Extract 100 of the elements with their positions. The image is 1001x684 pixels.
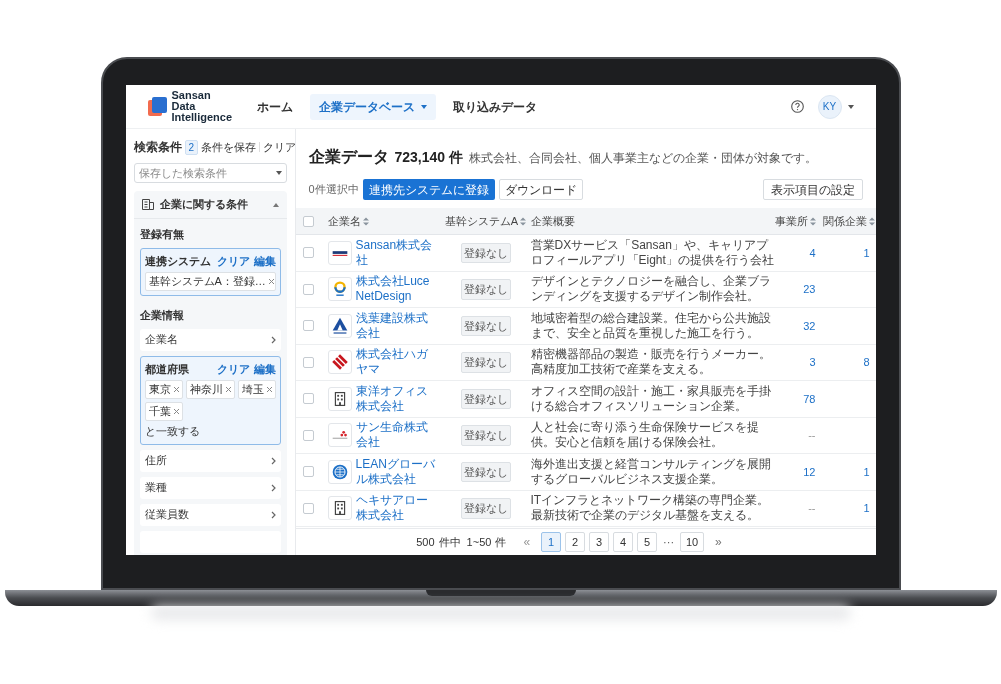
page-button[interactable]: 10 <box>680 532 705 552</box>
office-count: -- <box>808 501 816 516</box>
chip-label: 基幹システムA：登録… <box>148 274 266 290</box>
clear-link[interactable]: クリア <box>263 138 295 156</box>
save-link[interactable]: 条件を保存 <box>201 138 257 156</box>
status-tag: 登録なし <box>460 461 511 482</box>
row-checkbox[interactable] <box>303 502 314 514</box>
company-link[interactable]: ヘキサアロー株式会社 <box>355 493 438 524</box>
filter-chip[interactable]: 東京 <box>144 380 183 399</box>
page-button[interactable]: 5 <box>637 532 658 552</box>
logo-text: Sansan <box>171 90 212 101</box>
page-button[interactable]: 3 <box>589 532 610 552</box>
row-checkbox[interactable] <box>303 466 314 478</box>
edit-link[interactable]: 編集 <box>253 360 276 377</box>
edit-link[interactable]: 編集 <box>253 252 276 269</box>
chip-label: 東京 <box>148 382 171 398</box>
chip-label: 千葉 <box>148 404 171 420</box>
clear-link[interactable]: クリア <box>216 252 250 269</box>
record-count: 723,140 件 <box>394 148 463 167</box>
company-summary: するグローバルビジネス支援企業。 <box>530 471 724 487</box>
filter-row[interactable]: 企業名 <box>139 328 281 351</box>
close-icon[interactable] <box>266 387 272 392</box>
sort-icon[interactable] <box>362 216 369 226</box>
row-checkbox[interactable] <box>303 320 314 332</box>
user-avatar[interactable]: KY <box>817 94 842 119</box>
download-button[interactable]: ダウンロード <box>498 179 583 200</box>
close-icon[interactable] <box>268 279 274 284</box>
status-tag: 登録なし <box>460 425 511 446</box>
saved-conditions-select[interactable]: 保存した検索条件 <box>133 163 287 183</box>
logo-text: Intelligence <box>171 112 233 123</box>
chevron-icon <box>272 202 279 207</box>
column-header: 事業所 <box>774 213 808 229</box>
office-count: -- <box>808 428 816 443</box>
sort-icon[interactable] <box>868 216 875 226</box>
filter-row[interactable]: 従業員数 <box>139 503 281 526</box>
chip-label: 神奈川 <box>189 382 223 398</box>
sort-icon[interactable] <box>520 216 527 226</box>
section-header[interactable]: 企業に関する条件 <box>133 191 287 219</box>
company-link[interactable]: Sansan株式会社 <box>355 237 438 268</box>
office-count: 12 <box>803 464 816 480</box>
related-count: 8 <box>863 355 870 370</box>
company-logo <box>327 496 352 521</box>
row-checkbox[interactable] <box>303 393 314 405</box>
group-heading: 登録有無 <box>139 227 185 242</box>
page-button[interactable]: 2 <box>565 532 586 552</box>
help-icon[interactable] <box>790 100 804 113</box>
match-note: と一致する <box>144 424 201 439</box>
company-logo <box>327 277 352 302</box>
filter-row[interactable]: 住所 <box>139 449 281 472</box>
office-count: 23 <box>803 282 816 297</box>
register-button[interactable]: 連携先システムに登録 <box>362 179 495 200</box>
filter-row[interactable]: 業種 <box>139 476 281 499</box>
related-count: 1 <box>863 464 870 480</box>
office-count: 32 <box>803 318 816 334</box>
column-header: 企業名 <box>327 213 361 229</box>
close-icon[interactable] <box>225 387 231 392</box>
company-summary: ロフィールアプリ「Eight」の提供を行う会社 <box>530 252 775 268</box>
company-link[interactable]: 浅葉建設株式会社 <box>355 310 438 341</box>
page-button[interactable]: 4 <box>613 532 634 552</box>
chevron-icon <box>270 510 276 519</box>
chevron-icon <box>270 483 276 492</box>
page-ellipsis: ··· <box>662 534 676 550</box>
status-tag: 登録なし <box>460 279 511 300</box>
nav-tab[interactable]: 企業データベース <box>310 93 437 120</box>
row-checkbox[interactable] <box>303 356 314 368</box>
nav-tab[interactable]: 取り込みデータ <box>444 93 547 120</box>
last-page-button[interactable]: » <box>712 533 725 551</box>
related-count: 1 <box>863 245 870 261</box>
filter-chip[interactable]: 神奈川 <box>185 380 235 399</box>
nav-tab[interactable]: ホーム <box>248 93 303 120</box>
company-link[interactable]: 東洋オフィス株式会社 <box>355 383 438 414</box>
company-link[interactable]: LEANグローバル株式会社 <box>355 456 438 487</box>
company-link[interactable]: サン生命株式会社 <box>355 420 438 451</box>
filter-chip[interactable]: 埼玉 <box>237 380 276 399</box>
page-title: 企業データ <box>308 147 389 167</box>
company-summary: ける総合オフィスソリューション企業。 <box>530 398 748 414</box>
select-all-checkbox[interactable] <box>303 215 314 227</box>
row-checkbox[interactable] <box>303 283 314 295</box>
company-link[interactable]: 株式会社LuceNetDesign <box>355 274 438 305</box>
range-label: 1~50 <box>466 534 492 550</box>
filter-chip[interactable]: 基幹システムA：登録… <box>144 272 276 291</box>
company-summary: 最新技術で企業のデジタル基盤を支える。 <box>530 508 760 524</box>
display-settings-button[interactable]: 表示項目の設定 <box>762 179 863 200</box>
column-header: 企業概要 <box>530 213 575 229</box>
close-icon[interactable] <box>173 409 179 414</box>
sort-icon[interactable] <box>809 216 816 226</box>
status-tag: 登録なし <box>460 242 511 263</box>
filter-chip[interactable]: 千葉 <box>144 402 183 421</box>
row-checkbox[interactable] <box>303 429 314 441</box>
company-summary: ンディングを支援するデザイン制作会社。 <box>530 289 760 305</box>
row-checkbox[interactable] <box>303 247 314 259</box>
filter-label: 住所 <box>144 453 167 469</box>
close-icon[interactable] <box>173 387 179 392</box>
company-link[interactable]: 株式会社ハガヤマ <box>355 347 438 378</box>
clear-link[interactable]: クリア <box>216 360 250 377</box>
company-summary: 営業DXサービス「Sansan」や、キャリアプ <box>530 237 770 253</box>
logo-icon <box>147 95 168 118</box>
page-button[interactable]: 1 <box>541 532 562 552</box>
company-summary: 人と社会に寄り添う生命保険サービスを提 <box>530 420 760 436</box>
company-logo <box>327 350 352 375</box>
